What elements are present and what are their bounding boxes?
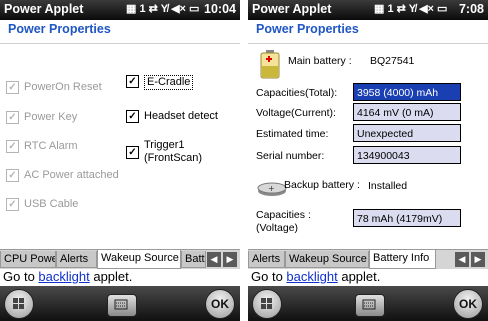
serial-number-label: Serial number: xyxy=(256,150,325,162)
tab-alerts[interactable]: Alerts xyxy=(248,251,285,268)
windows-start-button[interactable] xyxy=(252,289,282,319)
tab-right-arrow-icon[interactable]: ▶ xyxy=(223,252,237,267)
app-title[interactable]: Power Applet xyxy=(4,2,83,16)
checkbox-box[interactable]: ✓ xyxy=(6,111,19,124)
backup-battery-status: Installed xyxy=(368,180,408,192)
checkbox-label: Trigger1 (FrontScan) xyxy=(144,139,203,164)
checkbox-headset-detect[interactable]: ✓ Headset detect xyxy=(126,110,218,123)
checkbox-ac-power-attached[interactable]: ✓ AC Power attached xyxy=(6,169,119,182)
checkbox-e-cradle[interactable]: ✓ E-Cradle xyxy=(126,75,194,90)
keyboard-icon xyxy=(362,299,376,310)
page-title: Power Properties xyxy=(8,22,111,36)
ok-button[interactable]: OK xyxy=(205,289,235,319)
main-battery-model: BQ27541 xyxy=(370,55,415,67)
battery-icon xyxy=(260,50,280,79)
checkbox-label: Power Key xyxy=(24,111,78,123)
goto-prefix: Go to xyxy=(251,269,287,284)
checkbox-box[interactable]: ✓ xyxy=(6,81,19,94)
capacity-total-value[interactable]: 3958 (4000) mAh xyxy=(353,83,461,101)
left-screen-wakeup-source: Power Applet ▦ 1 ⇄ Y̸ ◀× ▭ 10:04 Power P… xyxy=(0,0,240,321)
checkbox-usb-cable[interactable]: ✓ USB Cable xyxy=(6,198,78,211)
checkbox-power-key[interactable]: ✓ Power Key xyxy=(6,111,77,124)
checkbox-rtc-alarm[interactable]: ✓ RTC Alarm xyxy=(6,140,78,153)
checkbox-box[interactable]: ✓ xyxy=(6,198,19,211)
checkbox-box[interactable]: ✓ xyxy=(126,75,139,88)
backup-capacity-label: Capacities : (Voltage) xyxy=(256,209,311,234)
checkbox-poweron-reset[interactable]: ✓ PowerOn Reset xyxy=(6,81,102,94)
status-icons[interactable]: ▦ 1 ⇄ Y̸ ◀× ▭ xyxy=(374,2,447,15)
checkbox-label: USB Cable xyxy=(24,198,79,210)
checkbox-trigger1-frontscan[interactable]: ✓ Trigger1 (FrontScan) xyxy=(126,139,226,165)
right-screen-battery-info: Power Applet ▦ 1 ⇄ Y̸ ◀× ▭ 7:08 Power Pr… xyxy=(248,0,488,321)
tab-wakeup-source[interactable]: Wakeup Source xyxy=(97,250,181,269)
voltage-current-label: Voltage(Current): xyxy=(256,107,336,119)
checkbox-label: RTC Alarm xyxy=(24,140,78,152)
svg-text:+: + xyxy=(268,184,275,193)
windows-start-icon xyxy=(261,298,272,309)
clock[interactable]: 10:04 xyxy=(204,2,236,16)
status-bar: Power Applet ▦ 1 ⇄ Y̸ ◀× ▭ 10:04 xyxy=(0,0,240,20)
tab-left-arrow-icon[interactable]: ◀ xyxy=(455,252,469,267)
goto-line: Go to backlight applet. xyxy=(251,269,380,284)
tab-battery-truncated[interactable]: Batt xyxy=(181,251,206,268)
backup-capacity-value[interactable]: 78 mAh (4179mV) xyxy=(353,209,461,227)
windows-start-button[interactable] xyxy=(4,289,34,319)
estimated-time-value[interactable]: Unexpected xyxy=(353,124,461,142)
status-bar: Power Applet ▦ 1 ⇄ Y̸ ◀× ▭ 7:08 xyxy=(248,0,488,20)
divider xyxy=(248,43,488,44)
checkbox-label: E-Cradle xyxy=(144,75,194,90)
checkbox-label: Headset detect xyxy=(144,110,218,122)
goto-suffix: applet. xyxy=(337,269,381,284)
keyboard-button[interactable] xyxy=(107,294,137,317)
keyboard-button[interactable] xyxy=(355,294,385,317)
windows-start-icon xyxy=(13,298,24,309)
capacity-total-label: Capacities(Total): xyxy=(256,87,338,99)
checkbox-label: AC Power attached xyxy=(24,169,119,181)
goto-suffix: applet. xyxy=(89,269,133,284)
page-title: Power Properties xyxy=(256,22,359,36)
main-battery-label: Main battery : xyxy=(288,55,352,67)
checkbox-box[interactable]: ✓ xyxy=(6,169,19,182)
checkbox-box[interactable]: ✓ xyxy=(126,110,139,123)
status-icons[interactable]: ▦ 1 ⇄ Y̸ ◀× ▭ xyxy=(126,2,199,15)
backup-battery-label: Backup battery : xyxy=(284,179,360,191)
clock[interactable]: 7:08 xyxy=(459,2,484,16)
backlight-link[interactable]: backlight xyxy=(286,269,337,284)
goto-line: Go to backlight applet. xyxy=(3,269,132,284)
serial-number-value[interactable]: 134900043 xyxy=(353,146,461,164)
tab-wakeup-source[interactable]: Wakeup Source xyxy=(285,251,369,268)
soft-key-bar: OK xyxy=(0,286,240,321)
checkbox-label: PowerOn Reset xyxy=(24,81,102,93)
tab-cpu-power[interactable]: CPU Power xyxy=(0,251,56,268)
keyboard-icon xyxy=(114,299,128,310)
soft-key-bar: OK xyxy=(248,286,488,321)
app-title[interactable]: Power Applet xyxy=(252,2,331,16)
goto-prefix: Go to xyxy=(3,269,39,284)
checkbox-box[interactable]: ✓ xyxy=(126,146,139,159)
tab-bar: CPU Power Alerts Wakeup Source Batt ◀ ▶ xyxy=(0,249,240,269)
ok-button[interactable]: OK xyxy=(453,289,483,319)
tab-battery-info[interactable]: Battery Info xyxy=(369,250,436,269)
tab-bar: Alerts Wakeup Source Battery Info ◀ ▶ xyxy=(248,249,488,269)
tab-left-arrow-icon[interactable]: ◀ xyxy=(207,252,221,267)
backlight-link[interactable]: backlight xyxy=(38,269,89,284)
checkbox-box[interactable]: ✓ xyxy=(6,140,19,153)
estimated-time-label: Estimated time: xyxy=(256,128,329,140)
tab-alerts[interactable]: Alerts xyxy=(56,251,97,268)
screen-separator xyxy=(240,0,248,321)
tab-right-arrow-icon[interactable]: ▶ xyxy=(471,252,485,267)
divider xyxy=(0,43,240,44)
voltage-current-value[interactable]: 4164 mV (0 mA) xyxy=(353,103,461,121)
